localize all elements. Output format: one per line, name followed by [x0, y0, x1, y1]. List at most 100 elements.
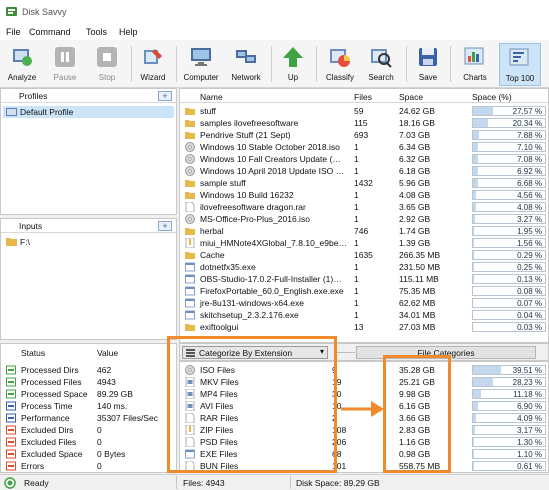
- file-space: 7.03 GB: [399, 130, 431, 140]
- add-profile-button[interactable]: +: [158, 91, 172, 101]
- folder-icon: [185, 180, 195, 187]
- pause-button[interactable]: Pause: [46, 43, 84, 86]
- analyze-button[interactable]: Analyze: [3, 43, 41, 86]
- menu-help[interactable]: Help: [119, 27, 138, 37]
- file-row[interactable]: Windows 10 Stable October 2018.iso 1 6.34 …: [180, 141, 548, 153]
- add-input-button[interactable]: +: [158, 221, 172, 231]
- file-row[interactable]: FirefoxPortable_60.0_English.exe.exe 1 75.…: [180, 285, 548, 297]
- status-value: 0: [97, 461, 102, 471]
- space-bar-fill: [473, 426, 476, 434]
- space-bar-fill: [473, 414, 476, 422]
- top100-button[interactable]: Top 100: [499, 43, 541, 86]
- file-row[interactable]: sample stuff 1432 5.96 GB 6.68 %: [180, 177, 548, 189]
- disc-icon: [185, 154, 195, 164]
- file-row[interactable]: Windows 10 Build 16232 1 4.08 GB 4.56 %: [180, 189, 548, 201]
- stop-button[interactable]: Stop: [88, 43, 126, 86]
- space-pct: 7.08 %: [517, 155, 542, 164]
- save-button[interactable]: Save: [411, 43, 445, 86]
- space-bar: 3.17 %: [472, 425, 546, 435]
- space-pct: 3.27 %: [517, 215, 542, 224]
- file-space: 231.50 MB: [399, 262, 441, 272]
- computer-button[interactable]: Computer: [181, 43, 221, 86]
- profile-item[interactable]: Default Profile: [3, 106, 174, 118]
- name-column-header[interactable]: Name: [200, 92, 223, 102]
- pause-icon: [55, 47, 75, 67]
- menu-command[interactable]: Command: [29, 27, 71, 37]
- file-row[interactable]: jre-8u131-windows-x64.exe 1 62.62 MB 0.07 %: [180, 297, 548, 309]
- file-name: skitchsetup_2.3.2.176.exe: [200, 310, 299, 320]
- file-row[interactable]: ilovefreesoftware dragon.rar 1 3.65 GB 4.08…: [180, 201, 548, 213]
- space-column-header[interactable]: Space: [399, 92, 423, 102]
- folder-icon: [185, 228, 195, 235]
- file-row[interactable]: samples ilovefreesoftware 115 18.16 GB 20.3…: [180, 117, 548, 129]
- file-row[interactable]: Pendrive Stuff (21 Sept) 693 7.03 GB 7.88 %: [180, 129, 548, 141]
- status-item-icon: [6, 437, 16, 447]
- file-row[interactable]: dotnetfx35.exe 1 231.50 MB 0.25 %: [180, 261, 548, 273]
- menu-file[interactable]: File: [6, 27, 21, 37]
- file-row[interactable]: herbal 746 1.74 GB 1.95 %: [180, 225, 548, 237]
- file-count: 1: [354, 190, 359, 200]
- space-pct: 4.09 %: [517, 414, 542, 423]
- space-pct: 7.88 %: [517, 131, 542, 140]
- status-label: Performance: [21, 413, 70, 423]
- toolbar: Analyze Pause Stop Wizard Computer Netwo…: [0, 40, 549, 88]
- space-pct: 4.56 %: [517, 191, 542, 200]
- space-bar: 27.57 %: [472, 106, 546, 116]
- space-pct: 0.07 %: [517, 299, 542, 308]
- file-space: 115.11 MB: [399, 274, 439, 284]
- menu-tools[interactable]: Tools: [86, 27, 107, 37]
- wizard-icon: [144, 49, 162, 64]
- file-space: 6.34 GB: [399, 142, 431, 152]
- charts-button[interactable]: Charts: [455, 43, 495, 86]
- space-bar: 39.51 %: [472, 365, 546, 375]
- file-count: 1: [354, 286, 359, 296]
- file-space: 5.96 GB: [399, 178, 431, 188]
- status-row: Processed Files 4943: [1, 376, 176, 388]
- status-row: Errors 0: [1, 460, 176, 472]
- space-bar-fill: [473, 203, 476, 211]
- file-count: 1: [354, 142, 359, 152]
- input-item[interactable]: F:\: [3, 236, 174, 248]
- file-row[interactable]: MS-Office-Pro-Plus_2016.iso 1 2.92 GB 3.27 …: [180, 213, 548, 225]
- space-bar: 1.56 %: [472, 238, 546, 248]
- file-name: exiftoolgui: [200, 322, 239, 332]
- space-bar: 7.88 %: [472, 130, 546, 140]
- file-row[interactable]: OBS-Studio-17.0.2-Full-Installer (1)… 1 11…: [180, 273, 548, 285]
- file-row[interactable]: exiftoolgui 13 27.03 MB 0.03 %: [180, 321, 548, 333]
- status-list: Processed Dirs 462 Processed Files 4943 Proc…: [1, 364, 176, 472]
- file-row[interactable]: skitchsetup_2.3.2.176.exe 1 34.01 MB 0.04 %: [180, 309, 548, 321]
- classify-button[interactable]: Classify: [321, 43, 359, 86]
- wizard-button[interactable]: Wizard: [135, 43, 171, 86]
- file-row[interactable]: Windows 10 April 2018 Update ISO … 1 6.18 …: [180, 165, 548, 177]
- file-row[interactable]: miui_HMNote4XGlobal_7.8.10_e9be… 1 1.39 GB…: [180, 237, 548, 249]
- space-bar: 4.56 %: [472, 190, 546, 200]
- file-name: Windows 10 Fall Creators Update (…: [200, 154, 341, 164]
- space-pct-column-header[interactable]: Space (%): [472, 92, 512, 102]
- network-button[interactable]: Network: [226, 43, 266, 86]
- status-pane: Status Value Processed Dirs 462 Processed …: [0, 343, 177, 473]
- space-bar: 4.08 %: [472, 202, 546, 212]
- space-pct: 4.08 %: [517, 203, 542, 212]
- file-row[interactable]: Cache 1635 266.35 MB 0.29 %: [180, 249, 548, 261]
- file-row[interactable]: Windows 10 Fall Creators Update (… 1 6.32 …: [180, 153, 548, 165]
- folder-icon: [185, 108, 195, 115]
- file-count: 1: [354, 310, 359, 320]
- folder-icon: [185, 252, 195, 259]
- space-bar-fill: [473, 155, 479, 163]
- space-pct: 0.08 %: [517, 287, 542, 296]
- space-bar-fill: [473, 119, 488, 127]
- app-icon: [6, 7, 17, 16]
- charts-icon: [464, 47, 484, 65]
- file-space: 34.01 MB: [399, 310, 436, 320]
- up-button[interactable]: Up: [276, 43, 310, 86]
- exe-icon: [185, 274, 195, 284]
- space-bar: 0.04 %: [472, 310, 546, 320]
- files-column-header[interactable]: Files: [354, 92, 372, 102]
- space-bar: 20.34 %: [472, 118, 546, 128]
- space-pct: 0.29 %: [517, 251, 542, 260]
- status-files: Files: 4943: [183, 478, 225, 488]
- file-name: FirefoxPortable_60.0_English.exe.exe: [200, 286, 344, 296]
- file-row[interactable]: stuff 59 24.62 GB 27.57 %: [180, 105, 548, 117]
- search-button[interactable]: Search: [363, 43, 399, 86]
- ready-status-icon: [4, 477, 16, 489]
